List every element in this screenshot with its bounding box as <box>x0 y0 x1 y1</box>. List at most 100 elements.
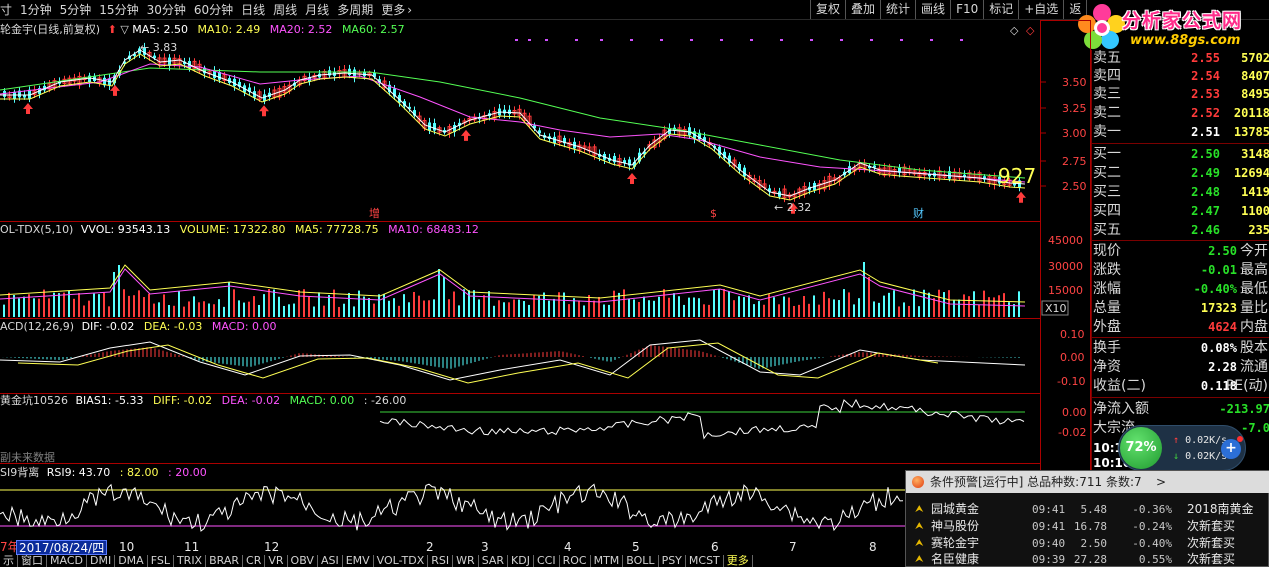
indicator-tab[interactable]: SAR <box>479 555 509 567</box>
volume-bar <box>58 293 60 317</box>
add-watchlist-button[interactable]: +自选 <box>1018 0 1065 19</box>
volume-bar <box>298 290 300 317</box>
volume-bar <box>668 297 670 317</box>
bid-row-1[interactable]: 买一 2.50 3148 <box>1092 145 1269 163</box>
network-gauge[interactable]: 72% ↑ 0.02K/s ↓ 0.02K/s + <box>1118 425 1246 471</box>
indicator-tab[interactable]: BOLL <box>623 555 659 567</box>
bid-label: 买一 <box>1093 146 1121 162</box>
period-tab-1min[interactable]: 1分钟 <box>16 0 56 20</box>
volume-bar <box>428 300 430 317</box>
indicator-tab[interactable]: WR <box>453 555 479 567</box>
vol-y-tick: 15000 <box>1048 284 1083 297</box>
volume-ma10-line <box>0 268 1026 307</box>
statistics-button[interactable]: 统计 <box>880 0 917 19</box>
ask-row-4[interactable]: 卖四 2.54 8407 <box>1092 67 1269 85</box>
volume-bar <box>988 297 990 317</box>
period-tab-15min[interactable]: 15分钟 <box>95 0 142 20</box>
volume-bar <box>498 300 500 317</box>
ask-row-1[interactable]: 卖一 2.51 13785 <box>1092 123 1269 141</box>
ask-row-3[interactable]: 卖三 2.53 8495 <box>1092 85 1269 103</box>
low-price-label: ← 2.32 <box>774 201 811 214</box>
alert-row[interactable]: ⮝ 赛轮金宇 09:40 2.50 -0.40% 次新套买 <box>906 535 1269 552</box>
mark-button[interactable]: 标记 <box>983 0 1020 19</box>
indicator-tab[interactable]: RSI <box>428 555 454 567</box>
bias-y-tick: 0.00 <box>1062 406 1087 419</box>
marker-increase[interactable]: 增 <box>369 206 380 220</box>
bid-row-5[interactable]: 买五 2.46 235 <box>1092 221 1269 239</box>
volume-bar <box>248 301 250 317</box>
indicator-tab[interactable]: PSY <box>659 555 686 567</box>
chart-area[interactable]: 轮金宇(日线,前复权) ⬆ ▽ MA5: 2.50 MA10: 2.49 MA2… <box>0 20 1091 540</box>
indicator-tab[interactable]: MCST <box>686 555 724 567</box>
indicator-tab[interactable]: KDJ <box>508 555 534 567</box>
bid-row-4[interactable]: 买四 2.47 1100 <box>1092 202 1269 220</box>
plus-icon[interactable]: + <box>1221 439 1241 459</box>
volume-bar <box>308 297 310 317</box>
period-tab-60min[interactable]: 60分钟 <box>190 0 237 20</box>
alert-row[interactable]: ⮝ 名臣健康 09:39 27.28 0.55% 次新套买 <box>906 551 1269 567</box>
indicator-tab[interactable]: MTM <box>591 555 624 567</box>
bias-diff: DIFF: -0.02 <box>153 394 212 407</box>
volume-bar <box>848 292 850 317</box>
indicator-tab[interactable]: 窗口 <box>18 555 47 567</box>
period-tab-partial[interactable]: 寸 <box>0 0 16 20</box>
marker-dividend[interactable]: $ <box>710 207 717 220</box>
indicator-tab[interactable]: DMA <box>115 555 148 567</box>
vol-y-tick: 30000 <box>1048 260 1083 273</box>
indicator-tab[interactable]: 示 <box>0 555 18 567</box>
alert-header[interactable]: 条件预警[运行中] 总品种数:711 条数:7 > <box>906 471 1269 493</box>
marker-finance[interactable]: 财 <box>913 206 924 220</box>
stat-right-label: 最低 <box>1240 281 1268 297</box>
indicator-tab[interactable]: ROC <box>560 555 591 567</box>
volume-bar <box>463 289 465 317</box>
diamond-icon[interactable]: ◇ <box>1010 24 1019 37</box>
alert-row[interactable]: ⮝ 神马股份 09:41 16.78 -0.24% 次新套买 <box>906 518 1269 535</box>
indicator-tab-more[interactable]: 更多 <box>724 555 753 567</box>
indicator-tab[interactable]: VOL-TDX <box>374 555 429 567</box>
signal-dot <box>630 39 633 41</box>
indicator-tab[interactable]: FSL <box>148 555 174 567</box>
indicator-tab[interactable]: BRAR <box>206 555 244 567</box>
ask-label: 卖五 <box>1093 50 1121 66</box>
stat-right-label: 最高 <box>1240 262 1268 278</box>
vol-ma10: MA10: 68483.12 <box>388 223 479 236</box>
volume-bar <box>918 306 920 317</box>
signal-dot <box>600 39 603 41</box>
volume-bar <box>198 302 200 317</box>
indicator-tab[interactable]: ASI <box>318 555 343 567</box>
period-tab-5min[interactable]: 5分钟 <box>56 0 96 20</box>
indicator-tab[interactable]: DMI <box>87 555 116 567</box>
ask-row-2[interactable]: 卖二 2.52 20118 <box>1092 104 1269 122</box>
volume-bar <box>738 296 740 317</box>
indicator-tab[interactable]: MACD <box>47 555 87 567</box>
volume-bar <box>1018 291 1020 317</box>
period-tab-30min[interactable]: 30分钟 <box>143 0 190 20</box>
indicator-tab[interactable]: OBV <box>288 555 318 567</box>
draw-line-button[interactable]: 画线 <box>915 0 952 19</box>
ask-volume: 13785 <box>1233 125 1269 139</box>
signal-dot <box>660 39 663 41</box>
period-tab-more[interactable]: 更多 › <box>377 0 416 20</box>
volume-bar <box>823 291 825 317</box>
restore-rights-button[interactable]: 复权 <box>810 0 847 19</box>
indicator-tab[interactable]: EMV <box>343 555 374 567</box>
ask-row-5[interactable]: 卖五 2.55 5702 <box>1092 49 1269 67</box>
close-small-icon[interactable]: ◇ <box>1026 24 1035 37</box>
period-tab-multi[interactable]: 多周期 <box>333 0 377 20</box>
indicator-tab[interactable]: CR <box>243 555 266 567</box>
bid-row-2[interactable]: 买二 2.49 12694 <box>1092 164 1269 182</box>
alert-row[interactable]: ⮝ 园城黄金 09:41 5.48 -0.36% 2018南黄金 <box>906 501 1269 518</box>
period-tab-weekly[interactable]: 周线 <box>269 0 301 20</box>
indicator-tab[interactable]: VR <box>265 555 288 567</box>
ask-volume: 8495 <box>1241 87 1269 101</box>
indicator-tab[interactable]: TRIX <box>174 555 207 567</box>
bid-row-3[interactable]: 买三 2.48 1419 <box>1092 183 1269 201</box>
volume-bar <box>698 298 700 317</box>
period-tab-monthly[interactable]: 月线 <box>301 0 333 20</box>
macd-y-axis: 0.10 0.00 -0.10 <box>1057 328 1085 388</box>
indicator-tab[interactable]: CCI <box>534 555 560 567</box>
alert-expand-icon[interactable]: > <box>1156 471 1166 493</box>
f10-button[interactable]: F10 <box>950 0 985 19</box>
period-tab-daily[interactable]: 日线 <box>237 0 269 20</box>
overlay-button[interactable]: 叠加 <box>845 0 882 19</box>
